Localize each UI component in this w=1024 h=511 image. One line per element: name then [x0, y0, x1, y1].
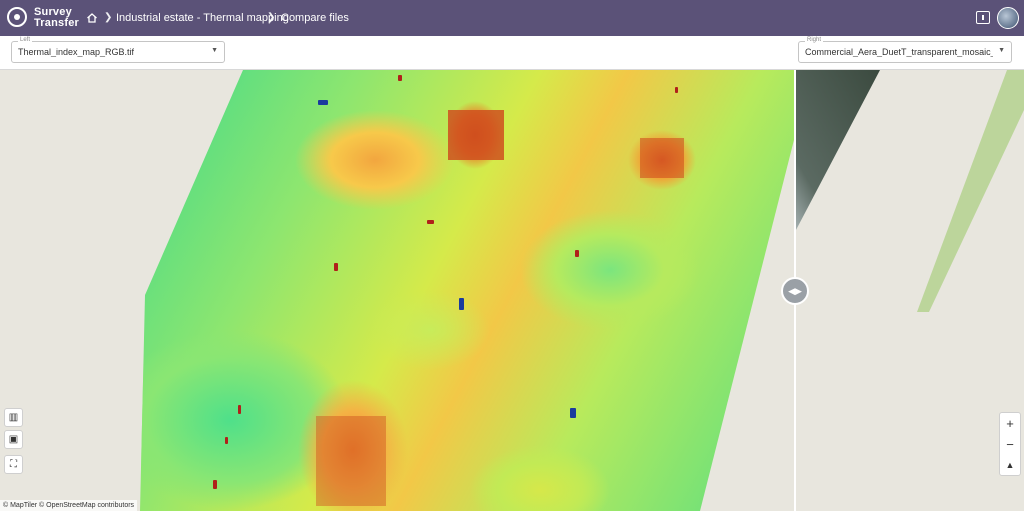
- dropdown-arrow-icon: ▼: [998, 47, 1005, 54]
- left-select-value: Thermal_index_map_RGB.tif: [18, 47, 135, 57]
- zoom-in-button[interactable]: +: [1000, 413, 1020, 434]
- file-selector-bar: Left Thermal_index_map_RGB.tif ▼ Right C…: [0, 36, 1024, 70]
- cold-spot: [570, 408, 576, 418]
- breadcrumb-compare-files: Compare files: [281, 12, 349, 24]
- hot-roof: [448, 110, 504, 160]
- home-icon[interactable]: [86, 12, 98, 24]
- cold-spot: [318, 100, 328, 105]
- hot-spot: [238, 405, 241, 414]
- left-select-label: Left: [18, 36, 33, 44]
- logo-text-line2: Transfer: [34, 17, 80, 29]
- hot-spot: [427, 220, 434, 224]
- zoom-out-button[interactable]: −: [1000, 434, 1020, 455]
- map-icon[interactable]: ▥: [4, 408, 23, 427]
- breadcrumb-project[interactable]: Industrial estate - Thermal mapping: [116, 0, 289, 36]
- avatar[interactable]: [997, 7, 1019, 29]
- thermal-map-layer: [140, 70, 796, 511]
- left-file-select[interactable]: Left Thermal_index_map_RGB.tif ▼: [11, 36, 225, 63]
- right-select-value: Commercial_Aera_DuetT_transparent_mosaic…: [805, 47, 993, 57]
- hot-spot: [398, 75, 402, 81]
- survey-transfer-logo[interactable]: Survey Transfer: [7, 5, 87, 31]
- map-attribution[interactable]: © MapTiler © OpenStreetMap contributors: [0, 500, 138, 511]
- hot-spot: [575, 250, 579, 257]
- top-bar: Survey Transfer ❯ Industrial estate - Th…: [0, 0, 1024, 36]
- hot-roof: [640, 138, 684, 178]
- compass-icon[interactable]: ▲: [1000, 455, 1020, 476]
- dropdown-arrow-icon: ▼: [211, 47, 218, 54]
- right-select-label: Right: [805, 36, 824, 44]
- hot-spot: [675, 87, 678, 93]
- compare-map[interactable]: © MapTiler © OpenStreetMap contributors: [0, 70, 1024, 511]
- hot-spot: [225, 437, 228, 444]
- hot-roof: [316, 416, 386, 506]
- image-icon[interactable]: ▣: [4, 430, 23, 449]
- hot-spot: [334, 263, 338, 271]
- logo-mark-icon: [7, 7, 27, 27]
- compare-slider-handle[interactable]: ◀▶: [781, 277, 809, 305]
- cold-spot: [459, 298, 464, 310]
- chevron-right-icon: ❯: [267, 12, 276, 23]
- feedback-icon[interactable]: [976, 11, 990, 24]
- hot-spot: [213, 480, 217, 489]
- chevron-right-icon: ❯: [104, 12, 113, 23]
- fullscreen-icon[interactable]: ⛶: [4, 455, 23, 474]
- zoom-controls: + − ▲: [999, 412, 1021, 476]
- right-file-select[interactable]: Right Commercial_Aera_DuetT_transparent_…: [798, 36, 1012, 63]
